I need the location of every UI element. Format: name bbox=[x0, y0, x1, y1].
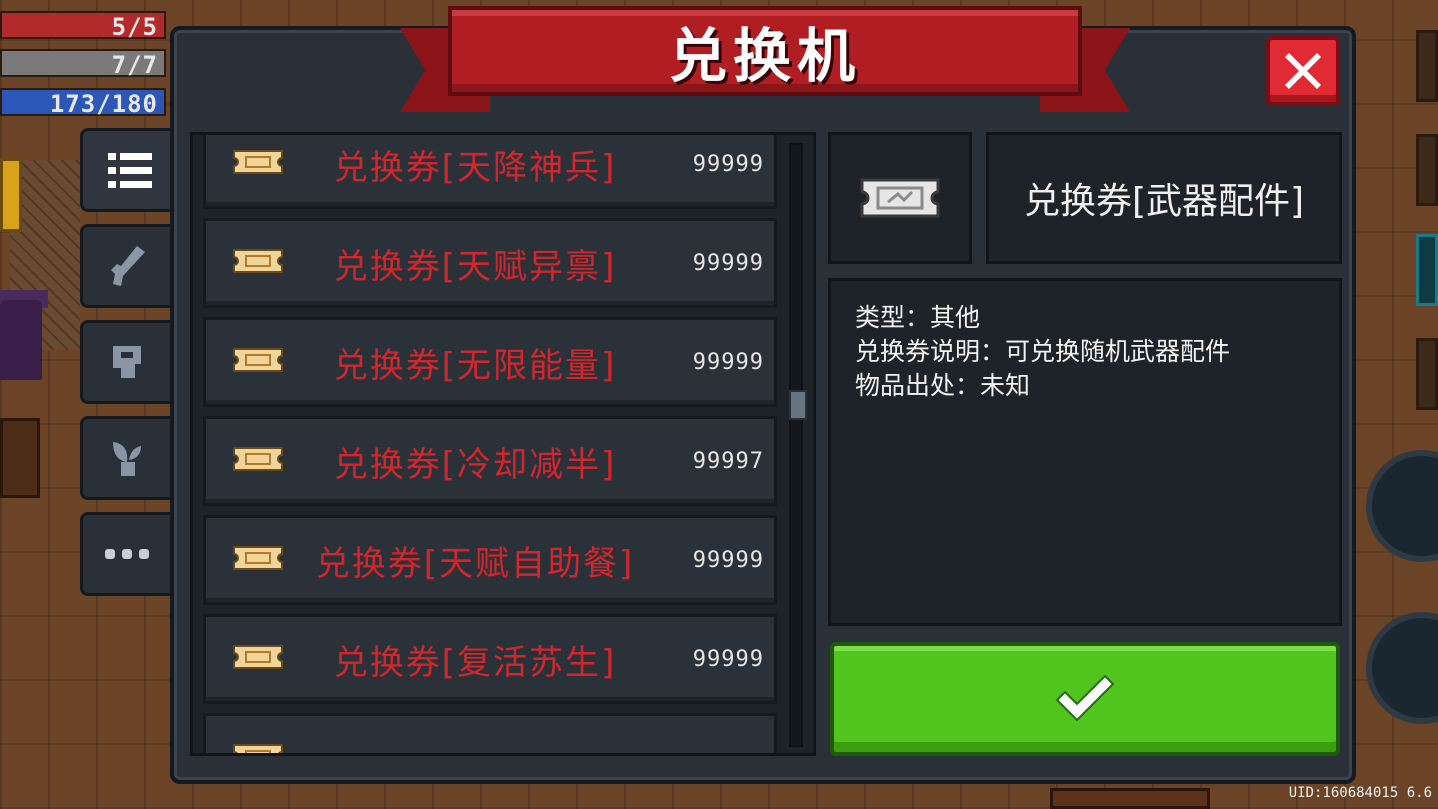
ticket-icon bbox=[230, 347, 286, 377]
dialog-title: 兑换机 bbox=[668, 22, 861, 90]
list-item[interactable]: 兑换券[天赋自助餐] 99999 bbox=[203, 515, 777, 605]
ticket-icon bbox=[230, 446, 286, 476]
item-count: 99999 bbox=[692, 547, 764, 573]
ticket-icon bbox=[230, 248, 286, 278]
tab-list[interactable] bbox=[80, 128, 176, 212]
item-type: 类型：其他 bbox=[855, 303, 981, 332]
ticket-icon bbox=[230, 545, 286, 575]
side-button-4[interactable] bbox=[1416, 338, 1438, 410]
close-button[interactable] bbox=[1266, 36, 1340, 106]
banner-body: 兑换机 bbox=[448, 6, 1082, 96]
plant-icon bbox=[112, 442, 141, 476]
ticket-icon bbox=[860, 178, 940, 218]
tab-more[interactable] bbox=[80, 512, 170, 596]
tab-armor[interactable] bbox=[80, 320, 170, 404]
item-explanation: 兑换券说明：可兑换随机武器配件 bbox=[855, 337, 1231, 366]
scrollbar[interactable] bbox=[789, 143, 807, 747]
confirm-button[interactable] bbox=[830, 642, 1340, 756]
checkmark-icon bbox=[1055, 674, 1115, 722]
hp-bar: 5/5 bbox=[0, 11, 166, 41]
item-name: 兑换券[无限能量] bbox=[333, 345, 617, 386]
item-name: 兑换券[复活苏生] bbox=[333, 642, 617, 683]
list-item[interactable]: 兑换券[天赋异禀] 99999 bbox=[203, 218, 777, 308]
ticket-icon bbox=[230, 149, 286, 179]
list-item[interactable]: 兑换券[冷却减半] 99997 bbox=[203, 416, 777, 506]
item-name bbox=[296, 716, 654, 753]
item-count: 99999 bbox=[692, 349, 764, 375]
item-count: 99997 bbox=[692, 448, 764, 474]
list-item[interactable]: 兑换券[复活苏生] 99999 bbox=[203, 614, 777, 704]
gun-icon bbox=[110, 246, 145, 286]
more-icon bbox=[104, 549, 149, 559]
side-button-1[interactable] bbox=[1416, 30, 1438, 102]
armor-bar: 7/7 bbox=[0, 49, 166, 79]
side-button-3[interactable] bbox=[1416, 234, 1438, 306]
selected-item-icon-box bbox=[828, 132, 972, 264]
item-name: 兑换券[天赋自助餐] bbox=[315, 543, 635, 584]
attack-dial[interactable] bbox=[1366, 612, 1438, 724]
selected-item-name: 兑换券[武器配件] bbox=[986, 132, 1342, 264]
list-item[interactable] bbox=[203, 713, 777, 753]
tab-weapons[interactable] bbox=[80, 224, 170, 308]
uid-label: UID:160684015 6.6 bbox=[1288, 785, 1432, 801]
item-list[interactable]: 兑换券[天降神兵] 99999 兑换券[天赋异禀] 99999 兑换券[无限能量… bbox=[190, 132, 816, 756]
item-count: 99999 bbox=[692, 250, 764, 276]
ticket-icon bbox=[230, 644, 286, 674]
side-button-2[interactable] bbox=[1416, 134, 1438, 206]
crate bbox=[0, 418, 40, 498]
skill-dial[interactable] bbox=[1366, 450, 1438, 562]
tab-plants[interactable] bbox=[80, 416, 170, 500]
item-name: 兑换券[天降神兵] bbox=[333, 147, 617, 188]
item-count: 99999 bbox=[692, 151, 764, 177]
close-icon bbox=[1285, 53, 1321, 89]
item-source: 物品出处：未知 bbox=[855, 371, 1031, 400]
item-name: 兑换券[冷却减半] bbox=[333, 444, 617, 485]
scrollbar-thumb[interactable] bbox=[789, 390, 807, 420]
npc-character bbox=[0, 300, 42, 380]
title-banner: 兑换机 bbox=[400, 4, 1130, 116]
item-name: 兑换券[天赋异禀] bbox=[333, 246, 617, 287]
energy-bar: 173/180 bbox=[0, 88, 166, 118]
list-icon bbox=[107, 153, 152, 188]
ticket-icon bbox=[230, 743, 286, 753]
gold-item bbox=[0, 158, 22, 232]
list-item[interactable]: 兑换券[天降神兵] 99999 bbox=[203, 135, 777, 209]
chest bbox=[1050, 788, 1210, 809]
selected-item-description: 类型：其他 兑换券说明：可兑换随机武器配件 物品出处：未知 bbox=[828, 278, 1342, 626]
item-count: 99999 bbox=[692, 646, 764, 672]
helmet-icon bbox=[112, 346, 141, 378]
list-item[interactable]: 兑换券[无限能量] 99999 bbox=[203, 317, 777, 407]
